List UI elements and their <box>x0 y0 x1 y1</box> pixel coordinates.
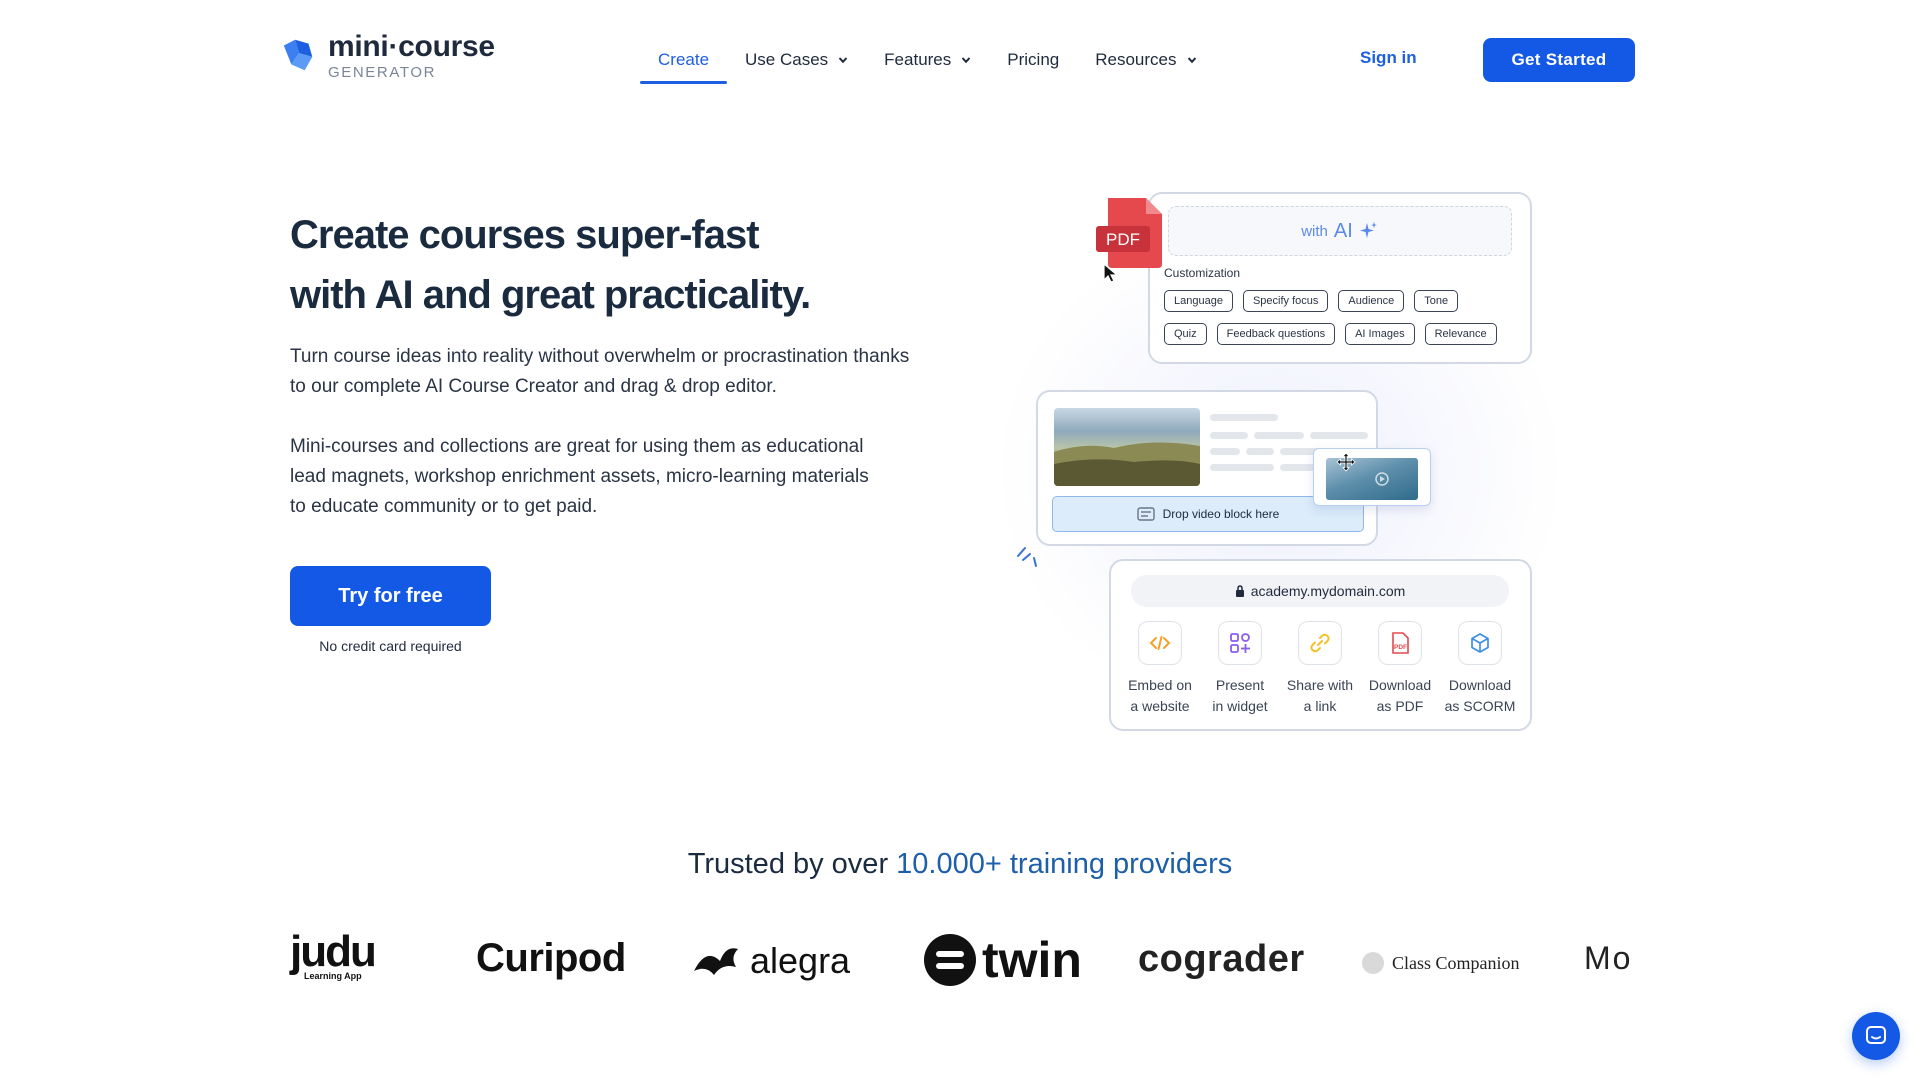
export-scorm: Download as SCORM <box>1443 621 1517 717</box>
export-embed-label: Embed on a website <box>1128 677 1192 714</box>
nav-resources-label: Resources <box>1095 50 1177 69</box>
get-started-button[interactable]: Get Started <box>1483 38 1635 82</box>
hero-title-line1: Create courses super-fast <box>290 213 760 257</box>
widget-icon <box>1230 633 1250 653</box>
chat-launcher-button[interactable] <box>1852 1012 1900 1060</box>
publish-options-card: academy.mydomain.com Embed on a website <box>1109 559 1532 731</box>
nav-pricing-label: Pricing <box>1007 50 1060 69</box>
class-companion-mark-icon <box>1362 952 1384 974</box>
sparkle-icon <box>1359 222 1377 238</box>
svg-text:PDF: PDF <box>1394 644 1407 651</box>
code-icon <box>1149 636 1171 650</box>
logo-cograder: cograder <box>1138 938 1305 980</box>
chip-relevance: Relevance <box>1424 323 1497 345</box>
trusted-heading: Trusted by over 10.000+ training provide… <box>0 848 1920 881</box>
dragged-video-block <box>1313 448 1431 506</box>
chat-icon <box>1866 1026 1886 1044</box>
logo-judu: judu Learning App <box>290 927 377 981</box>
export-pdf-label: Download as PDF <box>1368 677 1432 714</box>
nav-create-label: Create <box>658 50 710 69</box>
try-for-free-button[interactable]: Try for free <box>290 566 491 626</box>
trusted-prefix: Trusted by over <box>687 848 897 880</box>
cube-icon <box>1471 633 1489 653</box>
site-header: mini·course GENERATOR Create Use Cases F… <box>0 0 1920 96</box>
export-link-label: Share with a link <box>1286 677 1354 714</box>
twin-mark-icon <box>924 934 976 986</box>
logo-curipod: Curipod <box>476 936 626 980</box>
chevron-down-icon <box>1187 57 1196 64</box>
pdf-file-icon: PDF <box>1096 198 1162 268</box>
ai-generate-box: with AI <box>1168 206 1512 256</box>
nav-features[interactable]: Features <box>866 38 989 84</box>
customer-logos: judu Learning App Curipod alegra twin co… <box>0 930 1920 1000</box>
export-scorm-label: Download as SCORM <box>1444 677 1516 714</box>
lock-icon <box>1235 585 1244 597</box>
link-icon <box>1310 633 1330 653</box>
export-widget-label: Present in widget <box>1212 677 1268 714</box>
nav-resources[interactable]: Resources <box>1077 38 1214 84</box>
logo-class-companion-name: Class Companion <box>1392 952 1520 973</box>
academy-url: academy.mydomain.com <box>1250 583 1406 599</box>
trusted-highlight: 10.000+ training providers <box>896 848 1233 880</box>
chip-feedback-questions: Feedback questions <box>1216 323 1336 345</box>
logo-class-companion: Class Companion <box>1362 952 1520 974</box>
logo-twin: twin <box>924 934 1082 986</box>
nav-create[interactable]: Create <box>640 38 728 84</box>
landscape-image <box>1054 408 1200 486</box>
export-options: Embed on a website Present in widget Sha… <box>1123 621 1517 717</box>
nav-use-cases-label: Use Cases <box>745 50 829 69</box>
ai-customization-card: with AI Customization Language Specify f… <box>1148 192 1532 364</box>
brand-logo[interactable]: mini·course GENERATOR <box>280 32 495 80</box>
logo-mo: Mo <box>1584 940 1633 976</box>
main-nav: Create Use Cases Features Pricing Resour… <box>640 38 1215 84</box>
academy-url-bar: academy.mydomain.com <box>1131 575 1509 607</box>
chip-audience: Audience <box>1338 290 1405 312</box>
nav-use-cases[interactable]: Use Cases <box>727 38 866 84</box>
pdf-file-icon: PDF <box>1392 632 1409 654</box>
hero-title-line2: with AI and great practicality. <box>290 273 811 317</box>
nav-pricing[interactable]: Pricing <box>989 38 1077 84</box>
pdf-label: PDF <box>1106 230 1140 249</box>
logo-mark-icon <box>283 39 313 71</box>
chip-quiz: Quiz <box>1164 323 1207 345</box>
nav-features-label: Features <box>884 50 952 69</box>
hero-intro: Turn course ideas into reality without o… <box>290 346 910 397</box>
alegra-mark-icon <box>694 948 738 975</box>
export-embed: Embed on a website <box>1123 621 1197 717</box>
customization-label: Customization <box>1164 266 1241 280</box>
chip-language: Language <box>1164 290 1233 312</box>
hero-title: Create courses super-fast with AI and gr… <box>290 205 811 325</box>
export-pdf: PDF Download as PDF <box>1363 621 1437 717</box>
chip-ai-images: AI Images <box>1345 323 1415 345</box>
logo-name: mini·course <box>328 30 495 63</box>
chevron-down-icon <box>838 57 848 64</box>
drop-video-label: Drop video block here <box>1162 507 1280 521</box>
export-link: Share with a link <box>1283 621 1357 717</box>
no-credit-card-note: No credit card required <box>319 638 462 654</box>
logo-alegra: alegra <box>692 940 850 982</box>
sign-in-link[interactable]: Sign in <box>1360 48 1417 68</box>
logo-judu-name: judu <box>290 927 377 976</box>
chip-specify-focus: Specify focus <box>1242 290 1329 312</box>
logo-judu-subtitle: Learning App <box>304 971 362 981</box>
chip-tone: Tone <box>1414 290 1459 312</box>
customization-chips: Language Specify focus Audience Tone Qui… <box>1164 290 1524 356</box>
logo-subtitle: GENERATOR <box>328 64 437 81</box>
ai-label: AI <box>1333 219 1353 242</box>
logo-alegra-name: alegra <box>750 940 851 981</box>
pointer-cursor-icon <box>1103 262 1119 283</box>
chevron-down-icon <box>962 57 971 64</box>
motion-lines-icon <box>1017 547 1037 567</box>
ai-with-label: with <box>1301 222 1328 240</box>
video-block-icon <box>1136 507 1155 521</box>
hero-description: Mini-courses and collections are great f… <box>290 436 869 517</box>
export-widget: Present in widget <box>1203 621 1277 717</box>
logo-twin-name: twin <box>982 932 1082 988</box>
move-cursor-icon <box>1336 452 1356 472</box>
